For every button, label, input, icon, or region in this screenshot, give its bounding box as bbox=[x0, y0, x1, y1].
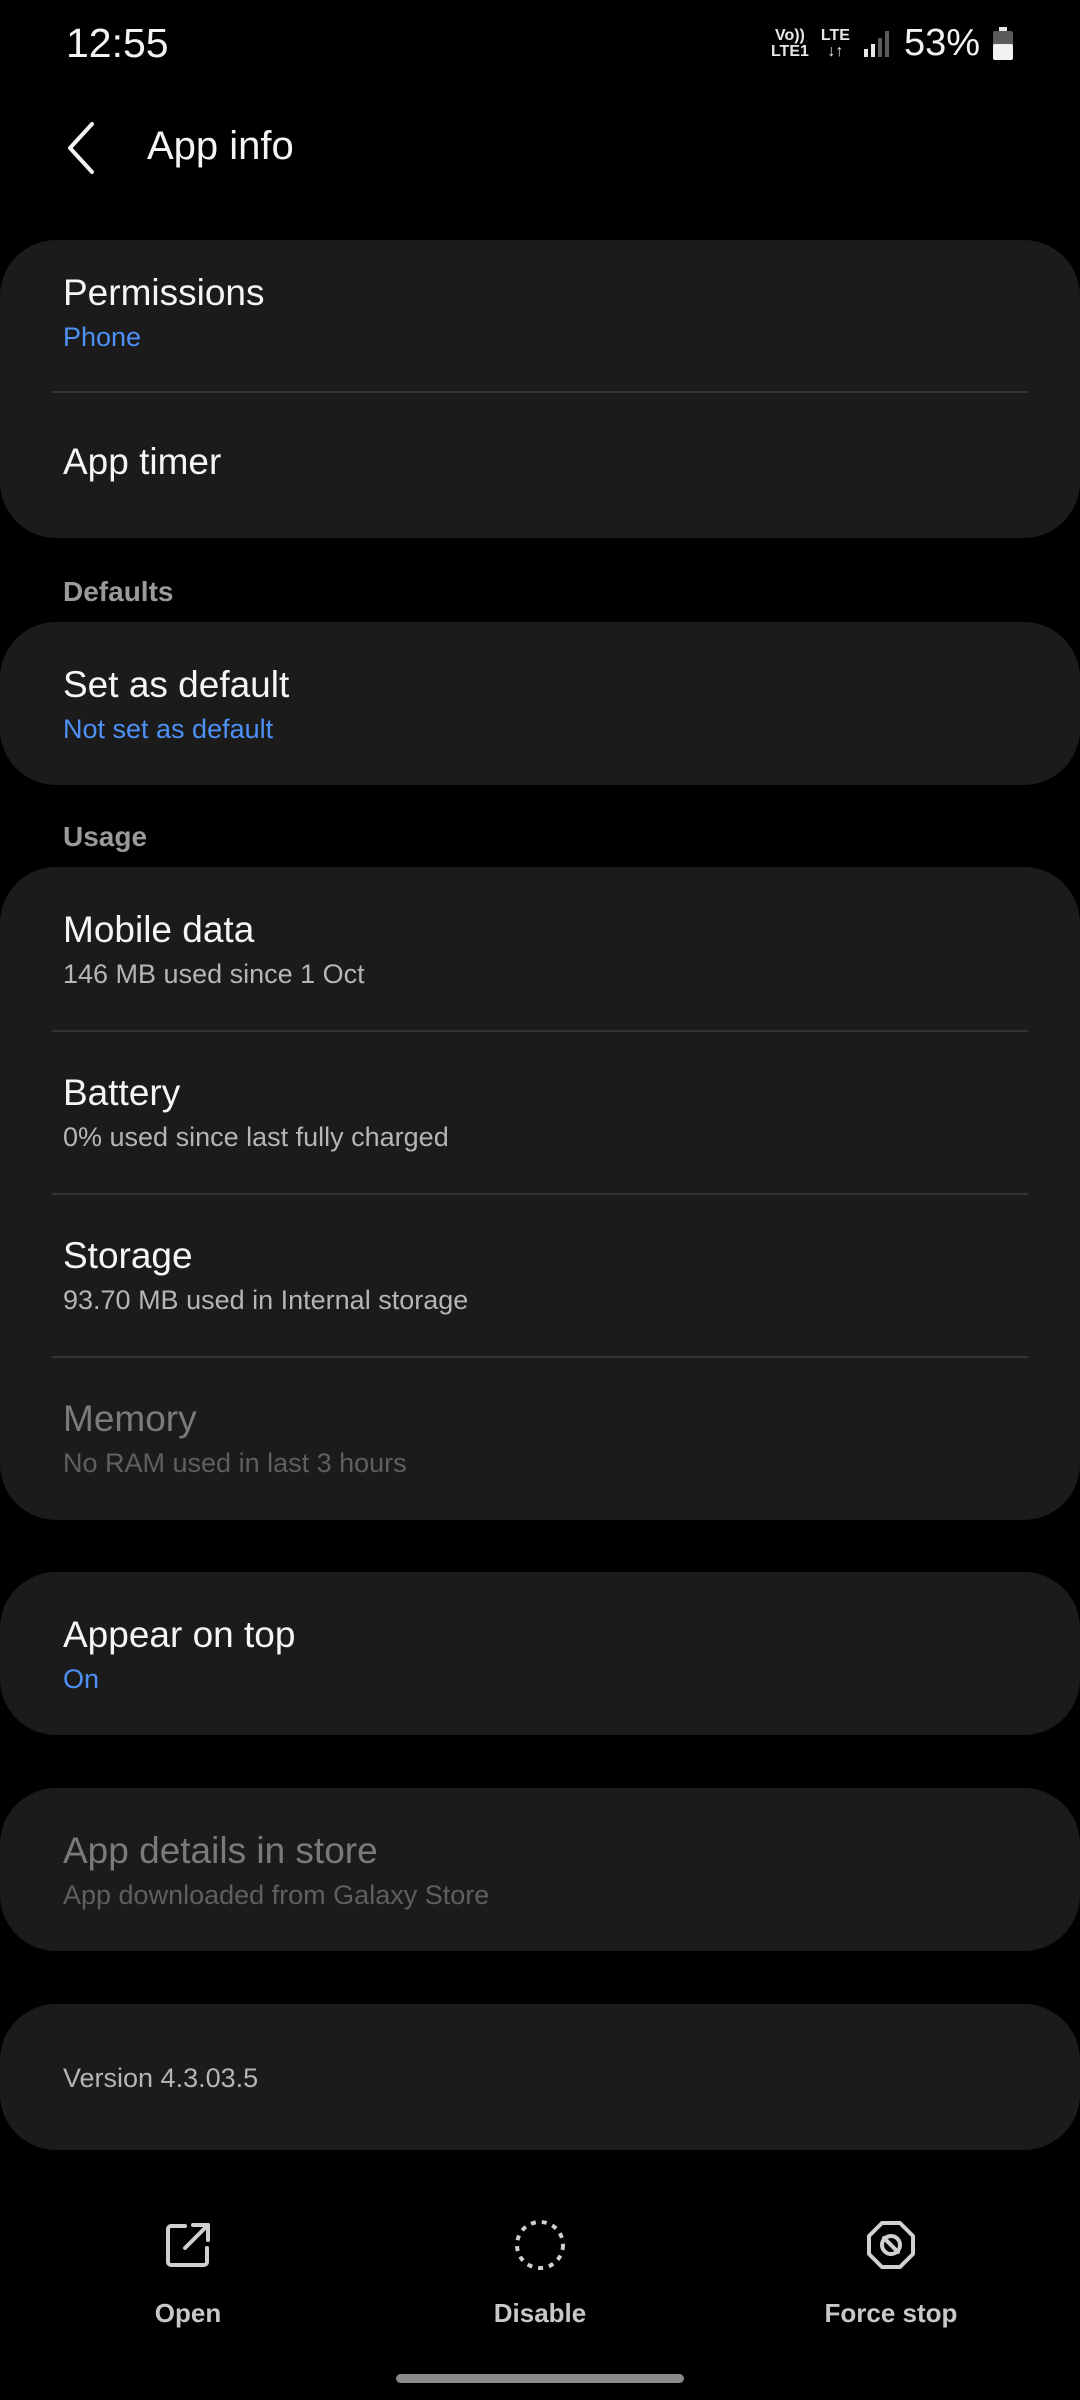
bottom-action-bar: Open Disable Force stop bbox=[0, 2210, 1080, 2340]
battery-percent: 53% bbox=[903, 22, 980, 64]
appear-on-top-value: On bbox=[63, 1664, 100, 1694]
battery-title: Battery bbox=[63, 1072, 181, 1113]
appear-on-top-item[interactable]: Appear on top On bbox=[0, 1572, 1080, 1735]
gesture-navigation-handle[interactable] bbox=[396, 2374, 684, 2383]
disable-icon bbox=[515, 2220, 565, 2270]
storage-item[interactable]: Storage 93.70 MB used in Internal storag… bbox=[0, 1195, 1080, 1358]
force-stop-icon bbox=[867, 2221, 915, 2269]
app-details-title: App details in store bbox=[63, 1830, 378, 1871]
force-stop-button[interactable]: Force stop bbox=[741, 2210, 1041, 2329]
mobile-data-item[interactable]: Mobile data 146 MB used since 1 Oct bbox=[0, 867, 1080, 1032]
mobile-data-value: 146 MB used since 1 Oct bbox=[63, 959, 365, 989]
battery-icon bbox=[993, 26, 1013, 60]
storage-title: Storage bbox=[63, 1235, 193, 1276]
memory-title: Memory bbox=[63, 1398, 197, 1439]
app-timer-item[interactable]: App timer bbox=[0, 393, 1080, 538]
storage-value: 93.70 MB used in Internal storage bbox=[63, 1285, 469, 1315]
appear-on-top-title: Appear on top bbox=[63, 1614, 296, 1655]
open-button[interactable]: Open bbox=[38, 2210, 338, 2329]
defaults-section-label: Defaults bbox=[63, 576, 174, 607]
app-timer-title: App timer bbox=[63, 441, 222, 482]
battery-item[interactable]: Battery 0% used since last fully charged bbox=[0, 1032, 1080, 1195]
status-bar: 12:55 Vo)) LTE1 LTE ↓↑ 53% bbox=[0, 0, 1080, 88]
app-details-value: App downloaded from Galaxy Store bbox=[63, 1880, 490, 1910]
page-title: App info bbox=[147, 124, 294, 168]
usage-section-label: Usage bbox=[63, 821, 148, 852]
set-as-default-title: Set as default bbox=[63, 664, 290, 705]
disable-label: Disable bbox=[493, 2298, 587, 2328]
volte-indicator: Vo)) LTE1 bbox=[770, 26, 809, 60]
permissions-item[interactable]: Permissions Phone bbox=[0, 240, 1080, 393]
mobile-data-title: Mobile data bbox=[63, 909, 255, 950]
disable-button[interactable]: Disable bbox=[390, 2210, 690, 2329]
open-external-icon bbox=[166, 2223, 210, 2267]
app-bar: App info bbox=[0, 100, 1080, 196]
lte-indicator: LTE ↓↑ bbox=[820, 26, 850, 60]
force-stop-label: Force stop bbox=[824, 2298, 958, 2328]
back-button[interactable] bbox=[50, 116, 114, 180]
set-as-default-value: Not set as default bbox=[63, 714, 274, 744]
usage-card: Mobile data 146 MB used since 1 Oct Batt… bbox=[0, 867, 1080, 1520]
permissions-value: Phone bbox=[63, 322, 142, 352]
battery-value: 0% used since last fully charged bbox=[63, 1122, 449, 1152]
app-details-in-store-item: App details in store App downloaded from… bbox=[0, 1788, 1080, 1951]
open-label: Open bbox=[154, 2298, 222, 2328]
memory-value: No RAM used in last 3 hours bbox=[63, 1448, 407, 1478]
store-card: App details in store App downloaded from… bbox=[0, 1788, 1080, 1951]
memory-item: Memory No RAM used in last 3 hours bbox=[0, 1358, 1080, 1520]
permissions-card: Permissions Phone App timer bbox=[0, 240, 1080, 538]
version-item: Version 4.3.03.5 bbox=[0, 2004, 1080, 2150]
set-as-default-item[interactable]: Set as default Not set as default bbox=[0, 622, 1080, 785]
status-icons: Vo)) LTE1 LTE ↓↑ 53% bbox=[771, 22, 1014, 65]
version-card: Version 4.3.03.5 bbox=[0, 2004, 1080, 2150]
status-time: 12:55 bbox=[66, 20, 169, 66]
back-arrow-icon bbox=[68, 122, 94, 174]
signal-icon bbox=[863, 30, 889, 57]
appear-on-top-card: Appear on top On bbox=[0, 1572, 1080, 1735]
defaults-card: Set as default Not set as default bbox=[0, 622, 1080, 785]
permissions-title: Permissions bbox=[63, 272, 265, 313]
version-text: Version 4.3.03.5 bbox=[63, 2063, 259, 2093]
